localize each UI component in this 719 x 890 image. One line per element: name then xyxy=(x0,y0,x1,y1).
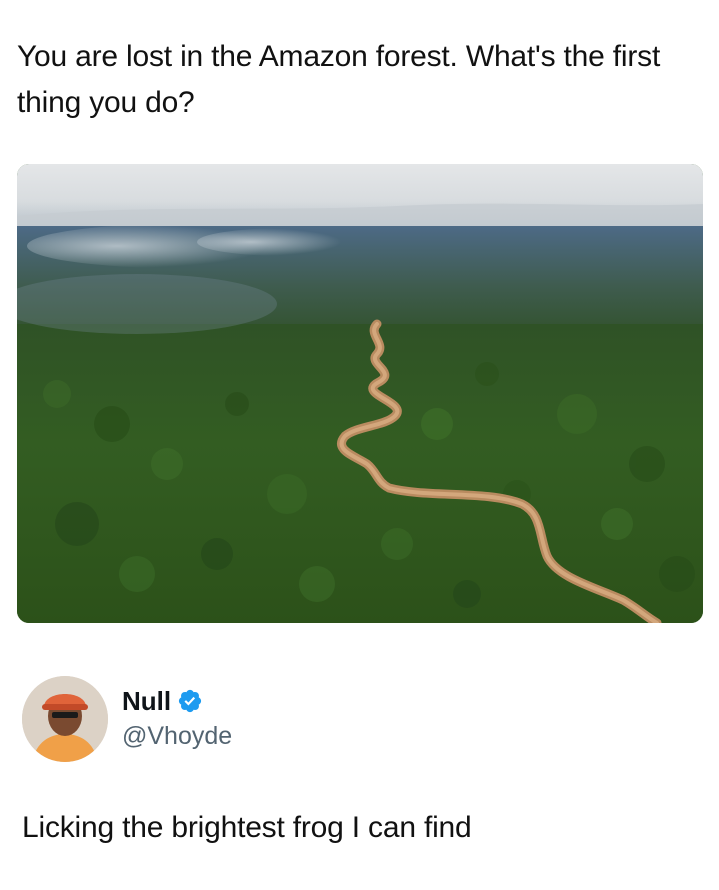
rainforest-river-image xyxy=(17,164,703,623)
person-with-cap-avatar[interactable] xyxy=(22,676,108,762)
reply-header: Null @Vhoyde xyxy=(22,676,702,766)
user-handle[interactable]: @Vhoyde xyxy=(122,722,232,751)
author-name-row: Null xyxy=(122,684,203,718)
avatar-image xyxy=(22,676,108,762)
verified-badge-icon xyxy=(177,688,203,714)
post-text: You are lost in the Amazon forest. What'… xyxy=(17,40,661,119)
post-image[interactable] xyxy=(17,164,703,623)
display-name[interactable]: Null xyxy=(122,686,171,717)
reply-text: Licking the brightest frog I can find xyxy=(22,811,472,844)
